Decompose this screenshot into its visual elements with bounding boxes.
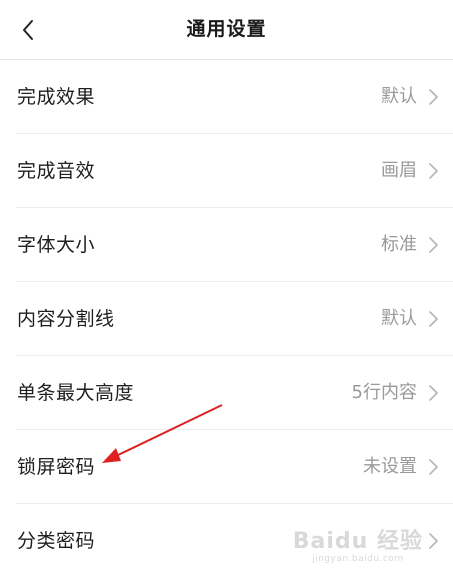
settings-list: 完成效果 默认 完成音效 画眉 字体大小 标准 内容分割线 默认 单条最大高度 …	[0, 60, 453, 578]
chevron-right-icon	[429, 385, 438, 401]
setting-row-category-password[interactable]: 分类密码	[0, 504, 453, 578]
setting-value: 5行内容	[351, 382, 417, 403]
setting-value: 默认	[381, 86, 417, 107]
setting-value: 默认	[381, 308, 417, 329]
setting-label: 字体大小	[17, 234, 96, 256]
chevron-right-icon	[429, 459, 438, 475]
setting-label: 内容分割线	[17, 308, 115, 330]
setting-label: 完成效果	[17, 86, 96, 108]
chevron-right-icon	[429, 89, 438, 105]
page-title: 通用设置	[186, 18, 267, 40]
setting-value: 未设置	[363, 456, 417, 477]
setting-label: 完成音效	[17, 160, 96, 182]
setting-row-lock-screen-password[interactable]: 锁屏密码 未设置	[0, 430, 453, 504]
setting-row-font-size[interactable]: 字体大小 标准	[0, 208, 453, 282]
setting-row-completion-effect[interactable]: 完成效果 默认	[0, 60, 453, 134]
chevron-right-icon	[429, 163, 438, 179]
setting-value: 标准	[381, 234, 417, 255]
setting-label: 分类密码	[17, 530, 96, 552]
setting-label: 单条最大高度	[17, 382, 135, 404]
top-nav-bar: 通用设置	[0, 0, 453, 60]
setting-row-completion-sound[interactable]: 完成音效 画眉	[0, 134, 453, 208]
chevron-right-icon	[429, 311, 438, 327]
setting-value: 画眉	[381, 160, 417, 181]
chevron-right-icon	[429, 237, 438, 253]
setting-row-max-item-height[interactable]: 单条最大高度 5行内容	[0, 356, 453, 430]
setting-row-content-divider[interactable]: 内容分割线 默认	[0, 282, 453, 356]
setting-label: 锁屏密码	[17, 456, 96, 478]
chevron-right-icon	[429, 533, 438, 549]
